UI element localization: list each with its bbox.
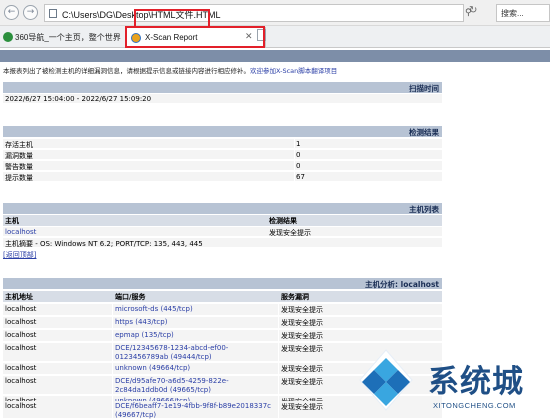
refresh-icon[interactable]: ↻ xyxy=(469,5,477,16)
host-addr: localhost xyxy=(5,318,37,326)
col-vuln: 服务漏洞 xyxy=(281,293,309,301)
host-analysis-column-header: 主机地址 端口/服务 服务漏洞 xyxy=(3,291,442,302)
host-addr: localhost xyxy=(5,364,37,372)
forward-arrow-icon: → xyxy=(26,7,35,17)
tab-bar: 360导航_一个主页，整个世界 X-Scan Report ✕ xyxy=(0,26,550,49)
highlight-box-tab xyxy=(125,26,265,48)
port-link[interactable]: microsoft-ds (445/tcp) xyxy=(115,305,193,314)
host-summary-row: 主机摘要 - OS: Windows NT 6.2; PORT/TCP: 135… xyxy=(3,238,442,248)
host-link[interactable]: localhost xyxy=(5,228,36,236)
col-host: 主机 xyxy=(5,217,19,225)
result-label: 提示数量 xyxy=(5,174,33,182)
report-top-band xyxy=(0,50,550,62)
col-port: 端口/服务 xyxy=(115,293,146,301)
result-row: 警告数量 0 xyxy=(3,161,442,171)
result-value: 0 xyxy=(296,162,301,170)
port-link[interactable]: https (443/tcp) xyxy=(115,318,167,327)
watermark-subtitle: XITONGCHENG.COM xyxy=(433,401,516,410)
result-value: 67 xyxy=(296,173,305,181)
table-row: localhost epmap (135/tcp) 发现安全提示 xyxy=(3,330,442,342)
host-summary: 主机摘要 - OS: Windows NT 6.2; PORT/TCP: 135… xyxy=(5,240,203,248)
host-addr: localhost xyxy=(5,305,37,313)
page-icon xyxy=(49,9,57,18)
result-label: 存活主机 xyxy=(5,141,33,149)
search-input[interactable]: 搜索... xyxy=(496,4,550,22)
scan-time-row: 2022/6/27 15:04:00 - 2022/6/27 15:09:20 xyxy=(3,94,442,104)
vuln-status: 发现安全提示 xyxy=(281,306,323,314)
table-row: localhost microsoft-ds (445/tcp) 发现安全提示 xyxy=(3,304,442,316)
scan-time-value: 2022/6/27 15:04:00 - 2022/6/27 15:09:20 xyxy=(5,95,152,103)
table-row: localhost https (443/tcp) 发现安全提示 xyxy=(3,317,442,329)
port-link[interactable]: epmap (135/tcp) xyxy=(115,331,174,340)
xitongcheng-watermark: 系统城 XITONGCHENG.COM xyxy=(354,348,550,419)
tab-360-nav[interactable]: 360导航_一个主页，整个世界 xyxy=(0,28,123,48)
scan-time-header: 扫描时间 xyxy=(3,82,442,93)
vuln-status: 发现安全提示 xyxy=(281,403,323,411)
port-link[interactable]: DCE/12345678-1234-abcd-ef00-0123456789ab… xyxy=(115,344,275,361)
intro-description: 本报表列出了被检测主机的详细漏洞信息，请根据提示信息或链接内容进行相应修补。 xyxy=(3,67,250,75)
result-label: 警告数量 xyxy=(5,163,33,171)
host-list-column-header: 主机 检测结果 xyxy=(3,215,442,226)
browser-chrome: ← → C:\Users\DG\Desktop\HTML文件.HTML ⚲ ↻ … xyxy=(0,0,550,49)
watermark-title: 系统城 xyxy=(428,364,524,400)
host-addr: localhost xyxy=(5,331,37,339)
result-row: 漏洞数量 0 xyxy=(3,150,442,160)
section-title: 主机分析: localhost xyxy=(365,280,439,289)
result-row: 提示数量 67 xyxy=(3,172,442,182)
host-result: 发现安全提示 xyxy=(269,229,311,237)
section-title: 主机列表 xyxy=(409,205,439,214)
navigation-bar: ← → C:\Users\DG\Desktop\HTML文件.HTML ⚲ ↻ … xyxy=(0,0,550,26)
forward-button[interactable]: → xyxy=(23,5,38,20)
results-header: 检测结果 xyxy=(3,126,442,137)
address-bar[interactable]: C:\Users\DG\Desktop\HTML文件.HTML ⚲ xyxy=(44,4,472,22)
host-addr: localhost xyxy=(5,377,37,385)
vuln-status: 发现安全提示 xyxy=(281,319,323,327)
intro-text: 本报表列出了被检测主机的详细漏洞信息，请根据提示信息或链接内容进行相应修补。欢迎… xyxy=(3,65,337,75)
back-to-top-link[interactable]: [返回顶部] xyxy=(3,250,36,260)
result-row: 存活主机 1 xyxy=(3,139,442,149)
col-addr: 主机地址 xyxy=(5,293,33,301)
vuln-status: 发现安全提示 xyxy=(281,378,323,386)
xitongcheng-logo-icon xyxy=(359,349,413,411)
section-title: 扫描时间 xyxy=(409,84,439,93)
host-analysis-header: 主机分析: localhost xyxy=(3,278,442,289)
port-link[interactable]: DCE/d95afe70-a6d5-4259-822e-2c84da1ddb0d… xyxy=(115,377,275,394)
translation-project-link[interactable]: 欢迎参加X-Scan脚本翻译项目 xyxy=(250,67,337,75)
host-list-header: 主机列表 xyxy=(3,203,442,214)
host-addr: localhost xyxy=(5,402,37,410)
result-value: 1 xyxy=(296,140,301,148)
port-link[interactable]: unknown (49664/tcp) xyxy=(115,364,190,373)
result-value: 0 xyxy=(296,151,301,159)
tab-label: 360导航_一个主页，整个世界 xyxy=(15,33,121,42)
360-logo-icon xyxy=(3,32,13,42)
result-label: 漏洞数量 xyxy=(5,152,33,160)
back-button[interactable]: ← xyxy=(4,5,19,20)
back-arrow-icon: ← xyxy=(7,7,16,17)
vuln-status: 发现安全提示 xyxy=(281,345,323,353)
vuln-status: 发现安全提示 xyxy=(281,332,323,340)
search-placeholder: 搜索... xyxy=(501,9,524,18)
vuln-status: 发现安全提示 xyxy=(281,365,323,373)
col-result: 检测结果 xyxy=(269,217,297,225)
port-link[interactable]: DCE/f6beaff7-1e19-4fbb-9f8f-b89e2018337c… xyxy=(115,402,275,419)
host-addr: localhost xyxy=(5,344,37,352)
host-list-row: localhost 发现安全提示 xyxy=(3,227,442,237)
section-title: 检测结果 xyxy=(409,128,439,137)
